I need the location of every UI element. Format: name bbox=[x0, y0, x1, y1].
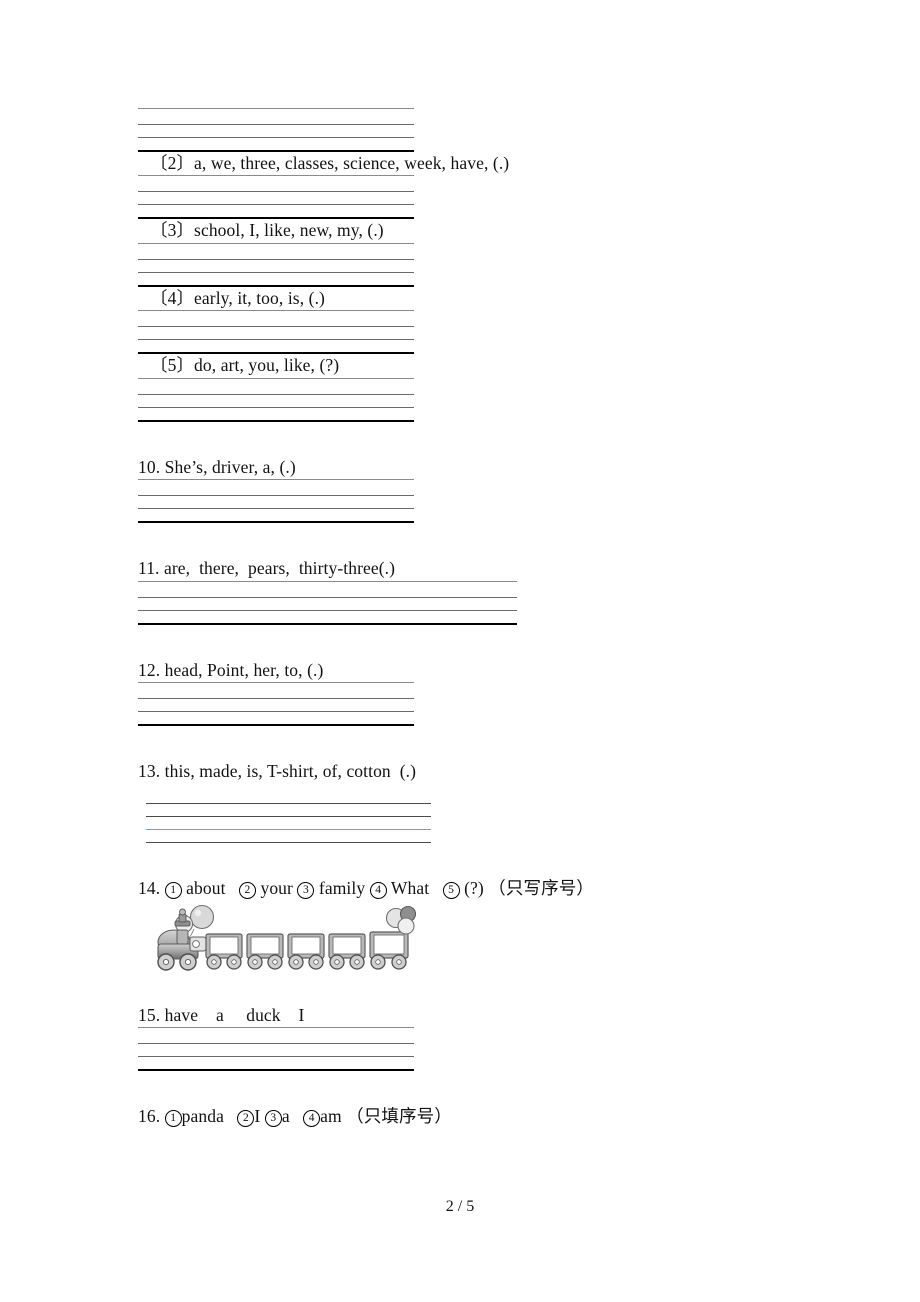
boxcar-1[interactable] bbox=[205, 933, 243, 970]
boxcar-2[interactable] bbox=[246, 933, 284, 970]
worksheet-body: 〔2〕a, we, three, classes, science, week,… bbox=[138, 108, 838, 1129]
answer-rules-q15[interactable] bbox=[138, 1027, 414, 1072]
rule-line bbox=[146, 841, 431, 843]
boxcar-3[interactable] bbox=[287, 933, 325, 970]
circled-number-3[interactable]: 3 bbox=[264, 1110, 282, 1128]
answer-rules-q3[interactable] bbox=[138, 242, 414, 287]
circled-number-1[interactable]: 1 bbox=[164, 881, 182, 899]
rule-line bbox=[138, 724, 414, 727]
answer-rules-q1-continued[interactable] bbox=[138, 108, 414, 152]
question-number-q14: 14. bbox=[138, 877, 161, 898]
question-text-q12: 12. head, Point, her, to, (.) bbox=[138, 659, 324, 680]
balloon-group-right bbox=[385, 905, 417, 935]
question-note-q14: （只写序号） bbox=[488, 877, 594, 898]
answer-rules-q10[interactable] bbox=[138, 479, 414, 524]
rule-line bbox=[138, 150, 414, 152]
circled-number-4[interactable]: 4 bbox=[303, 1110, 321, 1128]
question-text-q5: 〔5〕do, art, you, like, (?) bbox=[150, 355, 340, 376]
question-number-q16: 16. bbox=[138, 1106, 161, 1127]
circled-number-2[interactable]: 2 bbox=[238, 881, 256, 899]
question-text-q11: 11. are, there, pears, thirty-three(.) bbox=[138, 558, 396, 579]
choice-word-3: family bbox=[318, 877, 366, 898]
answer-rules-q11[interactable] bbox=[138, 580, 517, 625]
rule-line bbox=[138, 217, 414, 220]
rule-line bbox=[138, 521, 414, 524]
question-text-q16: 16. 1 panda 2I 3a 4 am （只填序号） bbox=[138, 1105, 838, 1128]
choice-word-4: am bbox=[320, 1106, 342, 1127]
question-text-q3: 〔3〕school, I, like, new, my, (.) bbox=[150, 220, 384, 241]
choice-word-4: What bbox=[390, 877, 430, 898]
circled-number-3[interactable]: 3 bbox=[297, 881, 315, 899]
choice-word-1: about bbox=[186, 877, 226, 898]
boxcar-4[interactable] bbox=[328, 933, 366, 970]
circled-number-2[interactable]: 2 bbox=[237, 1110, 255, 1128]
circled-number-4[interactable]: 4 bbox=[369, 881, 387, 899]
answer-rules-q4[interactable] bbox=[138, 310, 414, 355]
train-illustration-svg bbox=[157, 904, 417, 971]
choice-word-3: a bbox=[281, 1106, 290, 1127]
question-note-q16: （只填序号） bbox=[346, 1106, 452, 1127]
answer-rules-q13[interactable] bbox=[146, 802, 431, 843]
train-graphic bbox=[152, 904, 838, 982]
rule-line bbox=[138, 352, 414, 355]
circled-number-1[interactable]: 1 bbox=[164, 1110, 182, 1128]
question-text-q14: 14. 1 about 2 your 3 family 4 What 5 (?)… bbox=[138, 877, 838, 900]
answer-rules-q5[interactable] bbox=[138, 377, 414, 422]
rule-line bbox=[138, 284, 414, 287]
rule-line bbox=[138, 419, 414, 422]
answer-rules-q12[interactable] bbox=[138, 682, 414, 727]
circled-number-5[interactable]: 5 bbox=[442, 881, 460, 899]
boxcar-5[interactable] bbox=[369, 931, 409, 970]
rule-line bbox=[138, 622, 517, 625]
document-page: 〔2〕a, we, three, classes, science, week,… bbox=[0, 0, 920, 1302]
choice-word-5: (?) bbox=[464, 877, 484, 898]
choice-word-1: panda bbox=[181, 1106, 224, 1127]
question-text-q13: 13. this, made, is, T-shirt, of, cotton … bbox=[138, 761, 417, 782]
page-footer: 2 / 5 bbox=[445, 1198, 475, 1215]
choice-word-2: I bbox=[254, 1106, 261, 1127]
answer-rules-q2[interactable] bbox=[138, 175, 414, 220]
question-text-q4: 〔4〕early, it, too, is, (.) bbox=[150, 287, 325, 308]
question-text-q2: 〔2〕a, we, three, classes, science, week,… bbox=[150, 153, 510, 173]
rule-line bbox=[138, 1069, 414, 1072]
question-text-q15: 15. have a duck I bbox=[138, 1004, 305, 1025]
choice-word-2: your bbox=[260, 877, 293, 898]
question-text-q10: 10. She’s, driver, a, (.) bbox=[138, 456, 296, 477]
